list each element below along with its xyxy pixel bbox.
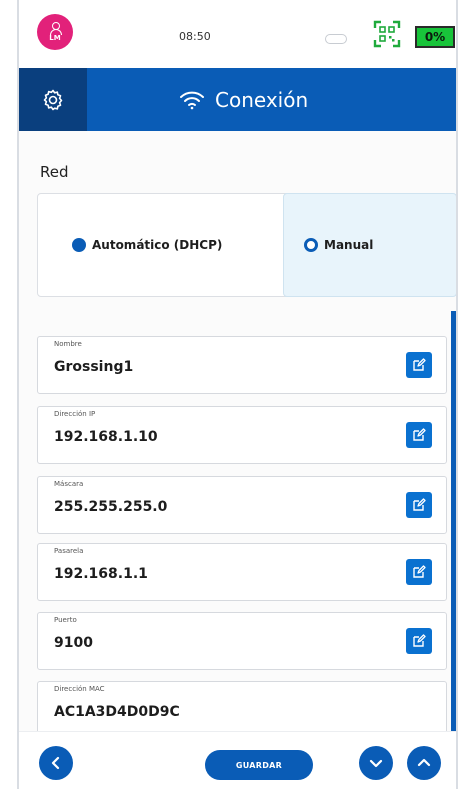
- field-label: Dirección MAC: [54, 685, 105, 693]
- field-subnet-mask: Máscara 255.255.255.0: [37, 476, 447, 534]
- scroll-down-button[interactable]: [359, 746, 393, 780]
- mode-option-manual[interactable]: Manual: [283, 193, 456, 297]
- field-port: Puerto 9100: [37, 612, 447, 670]
- field-value: 9100: [54, 635, 93, 651]
- chevron-down-icon: [369, 759, 383, 768]
- scroll-up-button[interactable]: [407, 746, 441, 780]
- field-label: Nombre: [54, 340, 82, 348]
- field-value: Grossing1: [54, 359, 134, 375]
- gear-icon: [43, 89, 63, 110]
- field-value: 255.255.255.0: [54, 499, 168, 515]
- edit-icon: [413, 498, 426, 511]
- qr-scan-icon[interactable]: [373, 20, 401, 48]
- wifi-icon: [180, 91, 204, 109]
- battery-indicator: 0%: [415, 26, 455, 48]
- clock: 08:50: [179, 30, 211, 43]
- edit-icon: [413, 634, 426, 647]
- scrollbar[interactable]: [451, 311, 456, 731]
- save-button[interactable]: GUARDAR: [205, 750, 313, 780]
- edit-button[interactable]: [406, 352, 432, 378]
- radio-unselected-icon: [304, 238, 318, 252]
- settings-button[interactable]: [19, 68, 87, 131]
- back-button[interactable]: [39, 746, 73, 780]
- user-initials: LM: [49, 34, 61, 42]
- footer-bar: GUARDAR: [19, 731, 456, 789]
- field-label: Máscara: [54, 480, 84, 488]
- mode-label: Manual: [324, 238, 374, 252]
- edit-button[interactable]: [406, 559, 432, 585]
- edit-icon: [413, 428, 426, 441]
- mode-label: Automático (DHCP): [92, 238, 223, 252]
- edit-button[interactable]: [406, 492, 432, 518]
- edit-button[interactable]: [406, 422, 432, 448]
- page-header: Conexión: [19, 68, 456, 131]
- field-gateway: Pasarela 192.168.1.1: [37, 543, 447, 601]
- user-avatar[interactable]: LM: [37, 14, 73, 50]
- network-section-label: Red: [40, 163, 69, 181]
- edit-button[interactable]: [406, 628, 432, 654]
- field-label: Dirección IP: [54, 410, 96, 418]
- field-ip-address: Dirección IP 192.168.1.10: [37, 406, 447, 464]
- field-value: 192.168.1.1: [54, 566, 148, 582]
- mode-option-automatic[interactable]: Automático (DHCP): [37, 193, 291, 297]
- page-title: Conexión: [215, 87, 309, 112]
- field-label: Puerto: [54, 616, 77, 624]
- user-icon: [50, 22, 62, 35]
- connection-form: Red Automático (DHCP) Manual Nombre Gros…: [19, 131, 456, 739]
- chevron-up-icon: [417, 758, 431, 767]
- status-bar: LM 08:50 0%: [19, 0, 456, 68]
- chevron-left-icon: [51, 756, 60, 770]
- edit-icon: [413, 565, 426, 578]
- field-value: 192.168.1.10: [54, 429, 158, 445]
- field-value: AC1A3D4D0D9C: [54, 704, 180, 720]
- edit-icon: [413, 358, 426, 371]
- radio-selected-icon: [72, 238, 86, 252]
- field-name: Nombre Grossing1: [37, 336, 447, 394]
- field-label: Pasarela: [54, 547, 84, 555]
- header-title-group: Conexión: [179, 68, 308, 131]
- device-screen: LM 08:50 0% Conexión Red Automático (DHC…: [17, 0, 458, 789]
- link-icon: [325, 34, 347, 44]
